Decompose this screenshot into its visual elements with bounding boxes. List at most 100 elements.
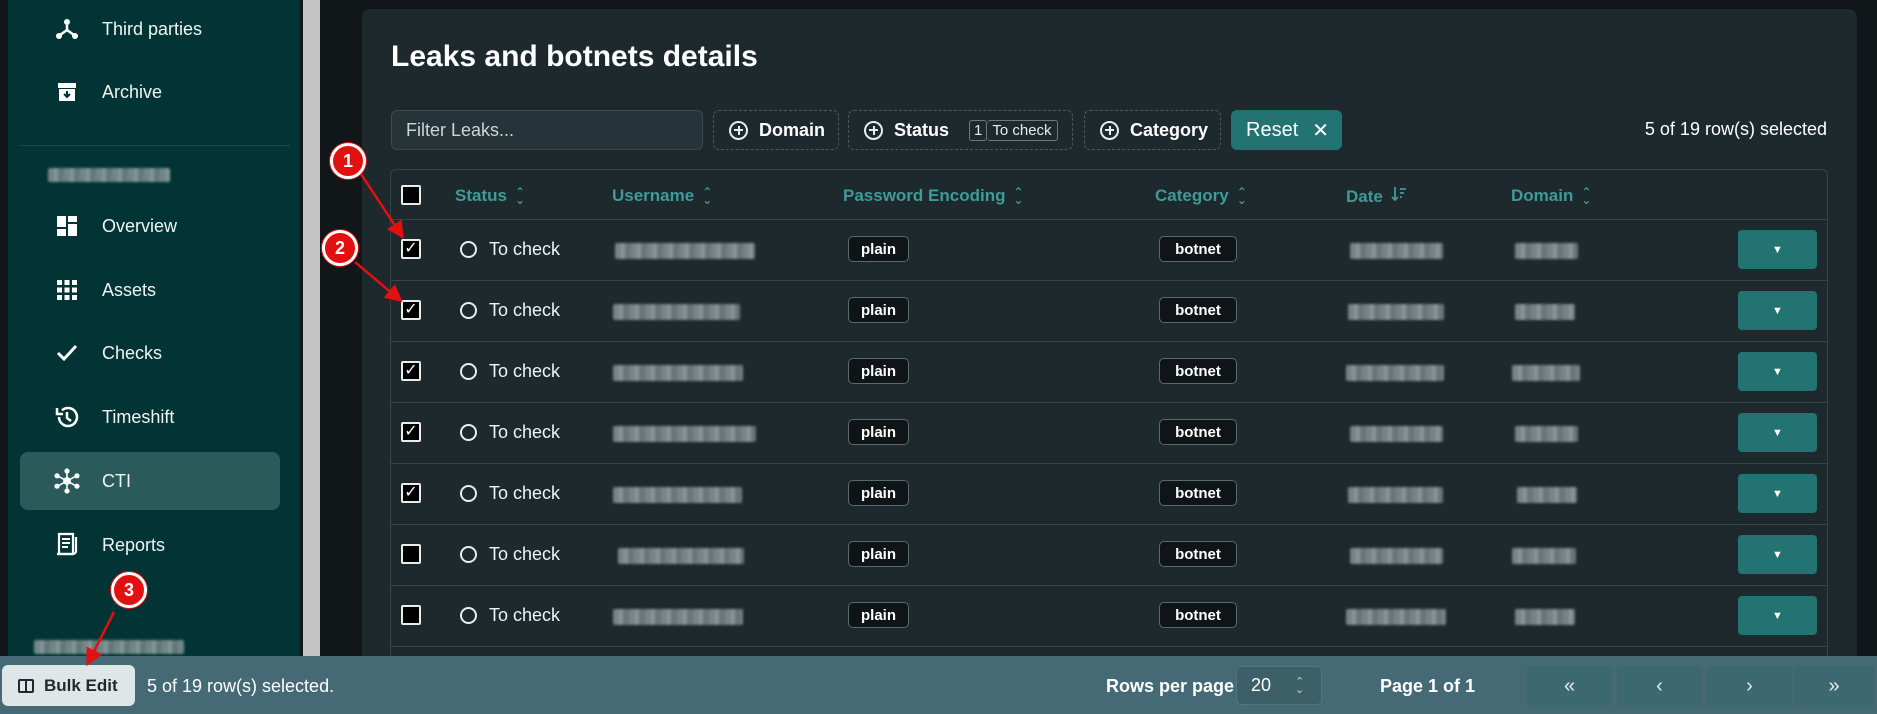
row-actions-button[interactable]: ▼ [1738, 291, 1817, 330]
reset-button[interactable]: Reset ✕ [1231, 110, 1342, 150]
status-text: To check [489, 483, 561, 503]
annotation-badge-2: 2 [322, 230, 358, 266]
category-badge: botnet [1159, 602, 1237, 628]
status-circle-icon [460, 485, 477, 502]
row-checkbox[interactable] [401, 605, 421, 625]
sidebar-item-label: Timeshift [102, 406, 175, 427]
redacted-domain [1515, 426, 1578, 442]
row-actions-button[interactable]: ▼ [1738, 352, 1817, 391]
domain-filter-button[interactable]: Domain [713, 110, 839, 150]
archive-icon [54, 79, 80, 105]
status-text: To check [489, 300, 561, 320]
last-page-button[interactable]: » [1794, 666, 1874, 707]
status-text: To check [489, 422, 561, 442]
sort-icon: ⌃ ⌄ [1581, 185, 1592, 207]
category-filter-button[interactable]: Category [1084, 110, 1221, 150]
header-username[interactable]: Username ⌃ ⌄ [612, 186, 712, 206]
cti-icon [54, 468, 80, 494]
category-badge: botnet [1159, 480, 1237, 506]
first-page-button[interactable]: « [1527, 666, 1612, 707]
sidebar-scrollbar[interactable] [303, 0, 320, 656]
header-domain[interactable]: Domain ⌃ ⌄ [1511, 186, 1591, 206]
redacted-domain [1515, 609, 1575, 625]
sidebar-item-timeshift[interactable]: Timeshift [20, 388, 280, 446]
select-all-checkbox[interactable] [401, 185, 421, 205]
redacted-domain [1517, 487, 1577, 503]
header-category[interactable]: Category ⌃ ⌄ [1155, 186, 1247, 206]
sidebar-item-cti[interactable]: CTI [20, 452, 280, 510]
row-actions-button[interactable]: ▼ [1738, 230, 1817, 269]
status-filter-count: 1 [969, 119, 988, 141]
chevron-right-icon: › [1746, 675, 1753, 697]
category-badge: botnet [1159, 297, 1237, 323]
sidebar-item-label: Overview [102, 215, 178, 236]
row-checkbox[interactable] [401, 544, 421, 564]
redacted-date [1346, 609, 1446, 625]
sort-icon: ⌃ ⌄ [1236, 185, 1247, 207]
third-parties-icon [54, 16, 80, 42]
book-open-icon [18, 678, 34, 693]
category-badge: botnet [1159, 236, 1237, 262]
row-divider [391, 463, 1827, 464]
row-checkbox[interactable] [401, 300, 421, 320]
header-status[interactable]: Status ⌃ ⌄ [455, 186, 525, 206]
header-date[interactable]: Date [1346, 186, 1407, 207]
bulk-edit-label: Bulk Edit [44, 675, 118, 695]
status-circle-icon [460, 241, 477, 258]
sidebar-item-archive[interactable]: Archive [20, 63, 280, 121]
redacted-date [1348, 304, 1444, 320]
status-text: To check [489, 239, 561, 259]
row-checkbox[interactable] [401, 239, 421, 259]
row-actions-button[interactable]: ▼ [1738, 413, 1817, 452]
row-divider [391, 219, 1827, 220]
row-checkbox[interactable] [401, 361, 421, 381]
sidebar-item-label: Reports [102, 534, 166, 555]
encoding-badge: plain [848, 236, 909, 262]
caret-down-icon: ▼ [1772, 304, 1783, 317]
redacted-username [613, 426, 756, 442]
status-circle-icon [460, 546, 477, 563]
previous-page-button[interactable]: ‹ [1617, 666, 1702, 707]
encoding-badge: plain [848, 297, 909, 323]
header-password-encoding[interactable]: Password Encoding ⌃ ⌄ [843, 186, 1024, 206]
filter-leaks-input[interactable] [391, 110, 703, 150]
status-cell: To check [460, 483, 560, 504]
encoding-badge: plain [848, 358, 909, 384]
reports-icon [54, 532, 80, 558]
row-checkbox[interactable] [401, 483, 421, 503]
redacted-username [613, 304, 740, 320]
caret-down-icon: ▼ [1772, 426, 1783, 439]
assets-icon [54, 277, 80, 303]
redacted-username [613, 609, 743, 625]
category-badge: botnet [1159, 358, 1237, 384]
sidebar-item-assets[interactable]: Assets [20, 261, 280, 319]
redacted-date [1350, 426, 1443, 442]
sidebar-item-overview[interactable]: Overview [20, 197, 280, 255]
plus-circle-icon [1100, 120, 1119, 140]
row-actions-button[interactable]: ▼ [1738, 596, 1817, 635]
status-filter-button[interactable]: Status 1 To check [848, 110, 1073, 150]
sidebar-item-label: Checks [102, 342, 163, 363]
double-chevron-right-icon: » [1828, 675, 1840, 697]
category-filter-label: Category [1130, 119, 1209, 140]
header-domain-label: Domain [1511, 186, 1574, 205]
next-page-button[interactable]: › [1707, 666, 1792, 707]
sidebar-item-reports[interactable]: Reports [20, 516, 280, 574]
row-actions-button[interactable]: ▼ [1738, 474, 1817, 513]
sort-icon: ⌃ ⌄ [702, 185, 713, 207]
redacted-username [613, 487, 742, 503]
redacted-domain [1512, 548, 1576, 564]
row-checkbox[interactable] [401, 422, 421, 442]
header-category-label: Category [1155, 186, 1229, 205]
caret-down-icon: ▼ [1772, 487, 1783, 500]
bulk-edit-button[interactable]: Bulk Edit [2, 665, 135, 706]
redacted-domain [1512, 365, 1580, 381]
rows-per-page-select[interactable]: 20 ⌃ ⌄ [1236, 666, 1322, 705]
sidebar-item-third-parties[interactable]: Third parties [20, 0, 280, 58]
row-actions-button[interactable]: ▼ [1738, 535, 1817, 574]
page-indicator: Page 1 of 1 [1380, 676, 1476, 696]
plus-circle-icon [729, 120, 748, 140]
caret-down-icon: ▼ [1772, 548, 1783, 561]
sidebar-item-checks[interactable]: Checks [20, 324, 280, 382]
redacted-date [1350, 548, 1443, 564]
